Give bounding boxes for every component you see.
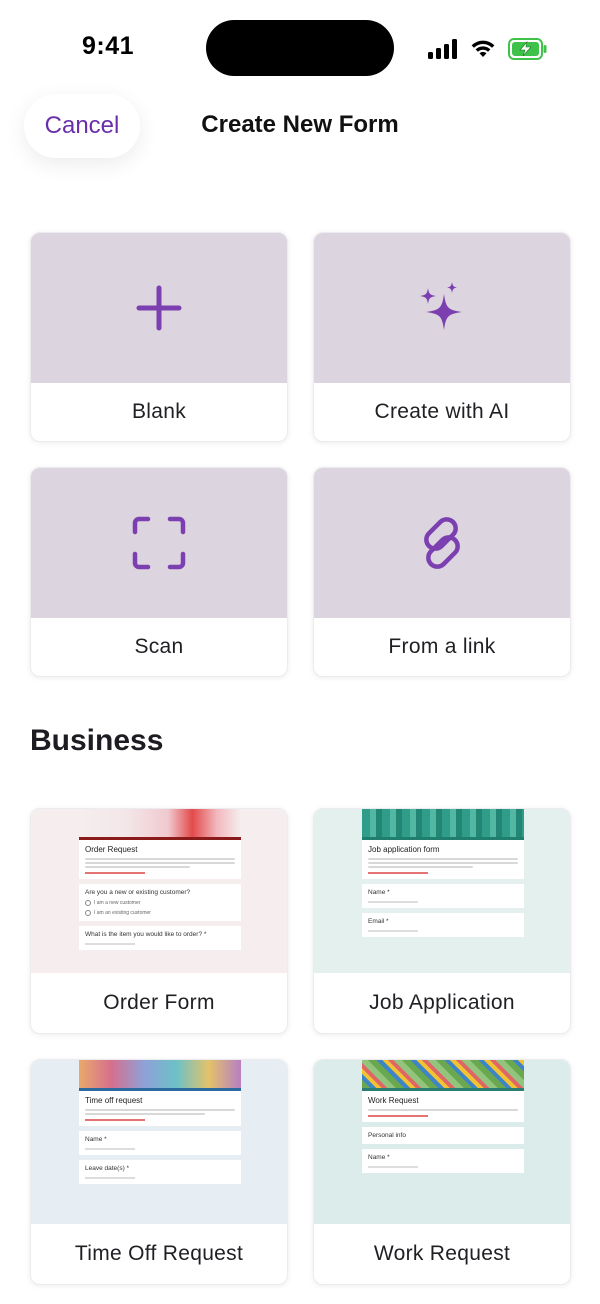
blank-form-card[interactable]: Blank — [30, 232, 288, 442]
preview-question: Leave date(s) * — [79, 1160, 241, 1184]
preview-question: Name * — [79, 1131, 241, 1155]
status-time: 9:41 — [82, 32, 135, 60]
mini-form-preview: Job application form Name * Email * — [362, 809, 524, 973]
preview-banner — [362, 809, 524, 837]
preview-title: Order Request — [85, 845, 138, 854]
preview-question: Name * — [362, 884, 524, 908]
cancel-button[interactable]: Cancel — [24, 94, 140, 158]
card-label: From a link — [388, 635, 496, 658]
template-label: Order Form — [103, 991, 215, 1014]
mini-form-preview: Work Request Personal info Name * — [362, 1060, 524, 1224]
preview-question: Email * — [362, 913, 524, 937]
create-with-ai-card[interactable]: Create with AI — [313, 232, 571, 442]
preview-sheet: Order Request — [79, 837, 241, 879]
from-link-card[interactable]: From a link — [313, 467, 571, 677]
preview-title: Time off request — [85, 1096, 143, 1105]
template-work-request[interactable]: Work Request Personal info Name * Work R… — [313, 1059, 571, 1285]
preview-sheet: Job application form — [362, 837, 524, 879]
template-preview: Order Request Are you a new or existing … — [31, 809, 287, 973]
card-label: Scan — [134, 635, 184, 658]
template-order-form[interactable]: Order Request Are you a new or existing … — [30, 808, 288, 1034]
card-thumbnail — [31, 468, 287, 618]
scan-frame-icon — [132, 516, 186, 570]
preview-banner — [362, 1060, 524, 1088]
preview-question: Personal info — [362, 1127, 524, 1144]
preview-sheet: Work Request — [362, 1088, 524, 1122]
create-options-grid: Blank Create with AI Scan From a link — [30, 232, 571, 677]
battery-charging-icon — [508, 38, 547, 60]
card-thumbnail — [314, 233, 570, 383]
preview-question: Are you a new or existing customer? I am… — [79, 884, 241, 921]
template-preview: Time off request Name * Leave date(s) * — [31, 1060, 287, 1224]
template-label: Job Application — [369, 991, 515, 1014]
preview-title: Work Request — [368, 1096, 419, 1105]
mini-form-preview: Time off request Name * Leave date(s) * — [79, 1060, 241, 1224]
card-thumbnail — [314, 468, 570, 618]
scan-card[interactable]: Scan — [30, 467, 288, 677]
preview-question: What is the item you would like to order… — [79, 926, 241, 950]
link-icon — [424, 517, 460, 569]
wifi-icon — [471, 40, 495, 57]
preview-banner — [79, 1060, 241, 1088]
dynamic-island — [206, 20, 394, 76]
sparkles-icon — [420, 282, 462, 330]
template-preview: Work Request Personal info Name * — [314, 1060, 570, 1224]
mini-form-preview: Order Request Are you a new or existing … — [79, 809, 241, 973]
preview-title: Job application form — [368, 845, 440, 854]
template-time-off-request[interactable]: Time off request Name * Leave date(s) * … — [30, 1059, 288, 1285]
preview-sheet: Time off request — [79, 1088, 241, 1126]
template-label: Time Off Request — [74, 1242, 244, 1265]
plus-icon — [136, 285, 182, 331]
template-job-application[interactable]: Job application form Name * Email * Job … — [313, 808, 571, 1034]
preview-banner — [79, 809, 241, 837]
template-label: Work Request — [373, 1242, 511, 1265]
section-title-business: Business — [30, 724, 164, 757]
card-thumbnail — [31, 233, 287, 383]
status-icons — [428, 36, 548, 62]
card-label: Create with AI — [374, 400, 510, 423]
preview-question: Name * — [362, 1149, 524, 1173]
nav-header: Create New Form Cancel — [0, 94, 600, 158]
card-label: Blank — [131, 400, 187, 423]
business-templates-grid: Order Request Are you a new or existing … — [30, 808, 571, 1285]
template-preview: Job application form Name * Email * — [314, 809, 570, 973]
cellular-signal-icon — [428, 39, 457, 59]
status-bar: 9:41 — [0, 0, 600, 96]
